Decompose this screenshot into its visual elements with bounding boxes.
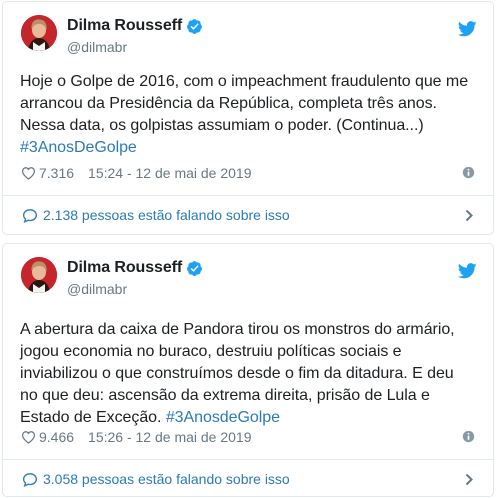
author-handle[interactable]: @dilmabr [67, 39, 127, 55]
info-icon[interactable] [462, 430, 475, 443]
tweet-card[interactable]: Dilma Rousseff @dilmabr Hoje o Golpe de … [2, 1, 494, 235]
tweet-text: A abertura da caixa de Pandora tirou os … [20, 321, 455, 426]
author-name[interactable]: Dilma Rousseff [67, 17, 182, 35]
timestamp[interactable]: 15:24 - 12 de mai de 2019 [88, 165, 251, 181]
like-count[interactable]: 9.466 [39, 429, 74, 445]
tweet-meta: 7.316 15:24 - 12 de mai de 2019 [21, 163, 475, 183]
chevron-right-icon[interactable] [465, 209, 473, 222]
timestamp[interactable]: 15:26 - 12 de mai de 2019 [88, 429, 251, 445]
speech-bubble-icon [22, 472, 38, 487]
heart-icon[interactable] [21, 166, 36, 180]
twitter-bird-icon[interactable] [458, 263, 477, 279]
avatar[interactable] [21, 257, 57, 293]
like-count[interactable]: 7.316 [39, 165, 74, 181]
hashtag-link[interactable]: #3AnosDeGolpe [20, 137, 473, 159]
avatar[interactable] [21, 15, 57, 51]
verified-badge-icon [187, 260, 203, 276]
author-handle[interactable]: @dilmabr [67, 281, 127, 297]
heart-icon[interactable] [21, 430, 36, 444]
tweet-meta: 9.466 15:26 - 12 de mai de 2019 [21, 427, 475, 447]
tweet-card[interactable]: Dilma Rousseff @dilmabr A abertura da ca… [2, 243, 494, 497]
tweet-header: Dilma Rousseff @dilmabr [3, 2, 493, 64]
tweet-header: Dilma Rousseff @dilmabr [3, 244, 493, 306]
conversation-link[interactable]: 3.058 pessoas estão falando sobre isso [3, 460, 493, 498]
chevron-right-icon[interactable] [465, 473, 473, 486]
verified-badge-icon [187, 18, 203, 34]
author-name[interactable]: Dilma Rousseff [67, 259, 182, 277]
conversation-text[interactable]: 3.058 pessoas estão falando sobre isso [43, 471, 290, 487]
hashtag-link[interactable]: #3AnosdeGolpe [166, 409, 280, 426]
speech-bubble-icon [22, 208, 38, 223]
conversation-link[interactable]: 2.138 pessoas estão falando sobre isso [3, 196, 493, 234]
tweet-text: Hoje o Golpe de 2016, com o impeachment … [20, 71, 473, 159]
info-icon[interactable] [462, 166, 475, 179]
conversation-text[interactable]: 2.138 pessoas estão falando sobre isso [43, 207, 290, 223]
twitter-bird-icon[interactable] [458, 21, 477, 37]
